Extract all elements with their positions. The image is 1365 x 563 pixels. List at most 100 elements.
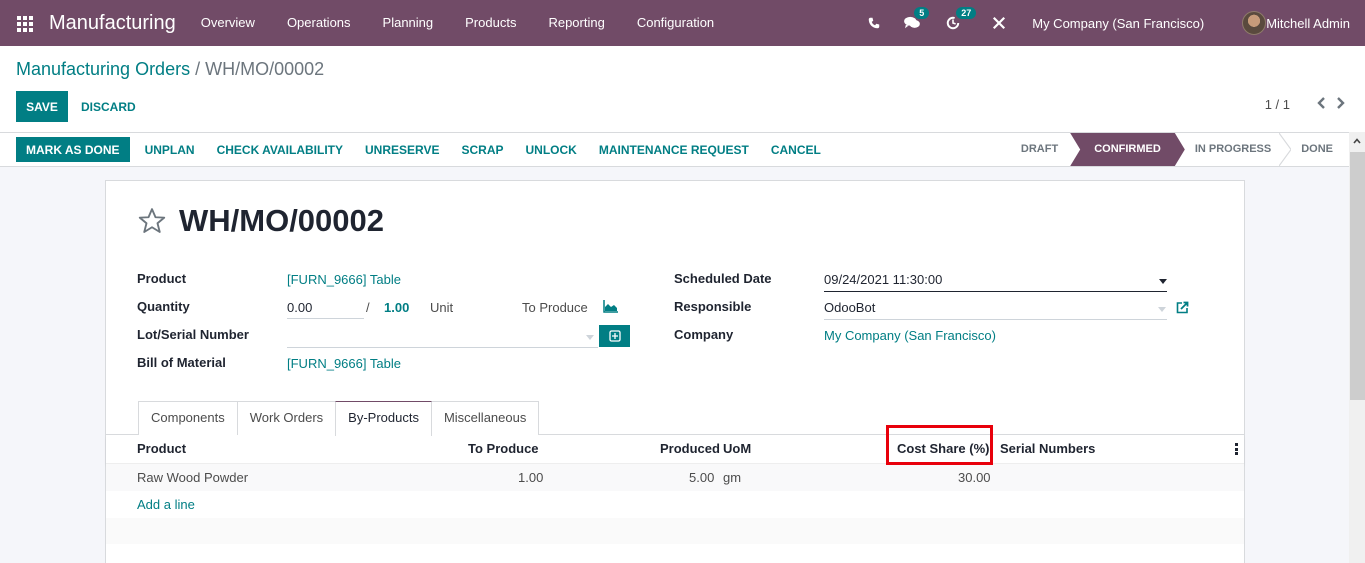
apps-menu-icon[interactable] [17,16,33,32]
scheduled-date-input[interactable]: 09/24/2021 11:30:00 [824,272,942,287]
phone-icon[interactable] [868,17,880,29]
top-navbar: Manufacturing Overview Operations Planni… [0,0,1365,46]
cell-to-produce[interactable]: 1.00 [518,470,543,485]
messages-badge: 5 [914,7,930,19]
optional-columns-kebab-icon[interactable] [1235,443,1238,455]
user-menu[interactable]: Mitchell Admin [1266,16,1350,31]
breadcrumb-current: WH/MO/00002 [205,59,325,79]
lot-serial-underline [287,347,598,348]
responsible-input[interactable]: OdooBot [824,300,875,315]
systray: 5 27 My Company (San Francisco) Mitchell… [868,0,1365,46]
column-serial-numbers[interactable]: Serial Numbers [1000,441,1095,456]
quantity-input[interactable]: 0.00 [287,300,312,315]
table-footer [106,518,1244,544]
main-menu: Overview Operations Planning Products Re… [185,0,730,46]
tab-work-orders[interactable]: Work Orders [236,401,337,435]
action-buttons: MARK AS DONE UNPLAN CHECK AVAILABILITY U… [16,137,832,162]
notebook-tabs: Components Work Orders By-Products Misce… [138,401,540,436]
stage-in-progress[interactable]: IN PROGRESS [1185,133,1279,166]
product-label: Product [137,271,187,286]
activities-icon[interactable]: 27 [946,7,977,30]
menu-configuration[interactable]: Configuration [621,0,730,46]
plus-square-icon [608,330,621,342]
pager: 1 / 1 [1265,96,1345,112]
breadcrumb: Manufacturing Orders / WH/MO/00002 [16,59,324,80]
tab-by-products[interactable]: By-Products [335,401,432,436]
company-switcher[interactable]: My Company (San Francisco) [1032,16,1204,31]
pager-next-icon[interactable] [1336,96,1345,112]
activities-badge: 27 [956,7,977,19]
cell-uom[interactable]: gm [723,470,741,485]
stage-done[interactable]: DONE [1291,133,1349,166]
quantity-label: Quantity [137,299,190,314]
tab-components[interactable]: Components [138,401,238,435]
cell-cost-share[interactable]: 30.00 [958,470,991,485]
save-button[interactable]: SAVE [16,91,68,122]
unplan-button[interactable]: UNPLAN [134,137,206,162]
menu-operations[interactable]: Operations [271,0,367,46]
discard-button[interactable]: DISCARD [73,91,144,122]
lot-serial-label: Lot/Serial Number [137,327,249,342]
record-title-row: WH/MO/00002 [137,203,384,239]
column-produced[interactable]: Produced [660,441,720,456]
page-scrollbar[interactable] [1349,132,1365,563]
user-avatar[interactable] [1242,11,1267,35]
stage-pipeline: DRAFT CONFIRMED IN PROGRESS DONE [1009,133,1349,166]
mark-as-done-button[interactable]: MARK AS DONE [16,137,130,162]
breadcrumb-separator: / [195,59,201,79]
company-label: Company [674,327,734,342]
messages-icon[interactable]: 5 [904,7,930,30]
to-produce-label: To Produce [522,300,588,315]
create-lot-button[interactable] [599,325,630,347]
scroll-up-icon[interactable] [1349,132,1365,149]
external-link-icon[interactable] [1176,301,1189,314]
menu-planning[interactable]: Planning [367,0,450,46]
scheduled-date-caret-icon[interactable] [1159,279,1167,284]
debug-tools-icon[interactable] [992,16,1006,30]
cell-produced[interactable]: 5.00 [689,470,714,485]
add-line-link[interactable]: Add a line [137,497,195,512]
stage-separator-icon [1279,133,1292,166]
breadcrumb-parent[interactable]: Manufacturing Orders [16,59,190,79]
record-title[interactable]: WH/MO/00002 [179,203,384,239]
cell-product[interactable]: Raw Wood Powder [137,470,248,485]
cancel-button[interactable]: CANCEL [760,137,832,162]
responsible-label: Responsible [674,299,752,314]
stage-draft[interactable]: DRAFT [1009,133,1070,166]
quantity-input-underline [287,318,364,319]
unreserve-button[interactable]: UNRESERVE [354,137,450,162]
scrollbar-thumb[interactable] [1350,152,1365,400]
favorite-star-icon[interactable] [137,206,167,236]
cost-share-highlight-box [886,425,993,465]
menu-products[interactable]: Products [449,0,532,46]
bom-label: Bill of Material [137,355,226,370]
menu-reporting[interactable]: Reporting [532,0,620,46]
statusbar: MARK AS DONE UNPLAN CHECK AVAILABILITY U… [0,132,1349,167]
unlock-button[interactable]: UNLOCK [515,137,588,162]
quantity-separator: / [366,300,370,315]
responsible-underline [824,319,1167,320]
pager-previous-icon[interactable] [1317,96,1326,112]
responsible-caret-icon[interactable] [1158,307,1166,312]
table-row[interactable] [106,464,1244,491]
quantity-uom: Unit [430,300,454,315]
app-name[interactable]: Manufacturing [49,12,176,35]
company-field[interactable]: My Company (San Francisco) [824,328,996,343]
column-product[interactable]: Product [137,441,186,456]
scrap-button[interactable]: SCRAP [450,137,514,162]
column-to-produce[interactable]: To Produce [468,441,539,456]
scheduled-date-label: Scheduled Date [674,271,772,286]
check-availability-button[interactable]: CHECK AVAILABILITY [206,137,354,162]
stage-confirmed[interactable]: CONFIRMED [1070,133,1185,166]
quantity-target: 1.00 [384,300,410,315]
bom-field[interactable]: [FURN_9666] Table [287,356,401,371]
lot-dropdown-caret-icon[interactable] [586,335,594,340]
column-uom[interactable]: UoM [723,441,751,456]
scheduled-date-underline [824,291,1167,292]
menu-overview[interactable]: Overview [185,0,271,46]
tab-miscellaneous[interactable]: Miscellaneous [430,401,540,435]
maintenance-request-button[interactable]: MAINTENANCE REQUEST [588,137,760,162]
pager-value[interactable]: 1 / 1 [1265,97,1290,112]
product-field[interactable]: [FURN_9666] Table [287,272,401,287]
forecast-chart-icon[interactable] [603,300,619,313]
